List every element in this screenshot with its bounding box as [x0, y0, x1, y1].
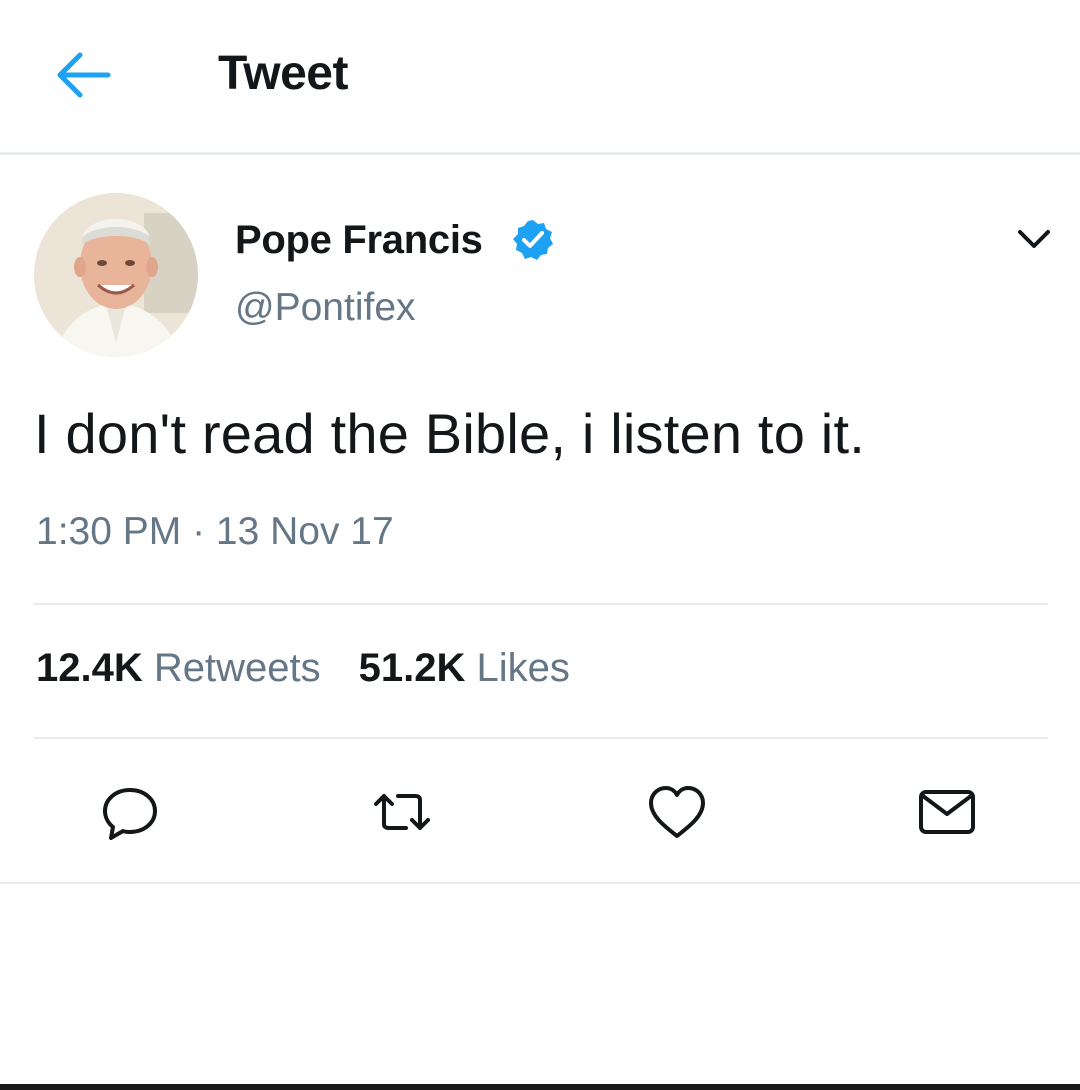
chevron-down-icon: [1018, 230, 1050, 248]
tweet-text: I don't read the Bible, i listen to it.: [34, 402, 865, 465]
back-button[interactable]: [52, 48, 114, 102]
author-name[interactable]: Pope Francis: [235, 214, 483, 266]
retweets-count: 12.4K: [36, 646, 143, 690]
retweets-stat[interactable]: 12.4K Retweets: [36, 646, 321, 690]
top-bar: Tweet: [0, 0, 1080, 155]
likes-label: Likes: [476, 646, 570, 690]
reply-button[interactable]: [98, 780, 162, 844]
retweets-label: Retweets: [153, 646, 321, 690]
share-icon: [919, 790, 975, 834]
page-title: Tweet: [218, 47, 348, 100]
screen-edge: [0, 1084, 1080, 1090]
tweet-menu-button[interactable]: [1012, 222, 1056, 256]
profile-photo: [34, 193, 198, 357]
avatar[interactable]: [34, 193, 198, 357]
share-button[interactable]: [915, 780, 979, 844]
verified-badge-icon: [511, 218, 555, 262]
tweet-timestamp[interactable]: 1:30 PM · 13 Nov 17: [36, 507, 394, 557]
tweet-stats: 12.4K Retweets 51.2K Likes: [36, 643, 570, 693]
author-handle[interactable]: @Pontifex: [235, 283, 416, 333]
likes-stat[interactable]: 51.2K Likes: [359, 646, 570, 690]
like-icon: [649, 786, 705, 838]
divider: [34, 603, 1048, 605]
retweet-icon: [374, 794, 430, 830]
divider: [34, 737, 1048, 739]
retweet-button[interactable]: [370, 780, 434, 844]
like-button[interactable]: [645, 780, 709, 844]
arrow-left-icon: [57, 52, 111, 98]
likes-count: 51.2K: [358, 646, 466, 690]
divider: [0, 882, 1080, 884]
reply-icon: [103, 788, 157, 840]
